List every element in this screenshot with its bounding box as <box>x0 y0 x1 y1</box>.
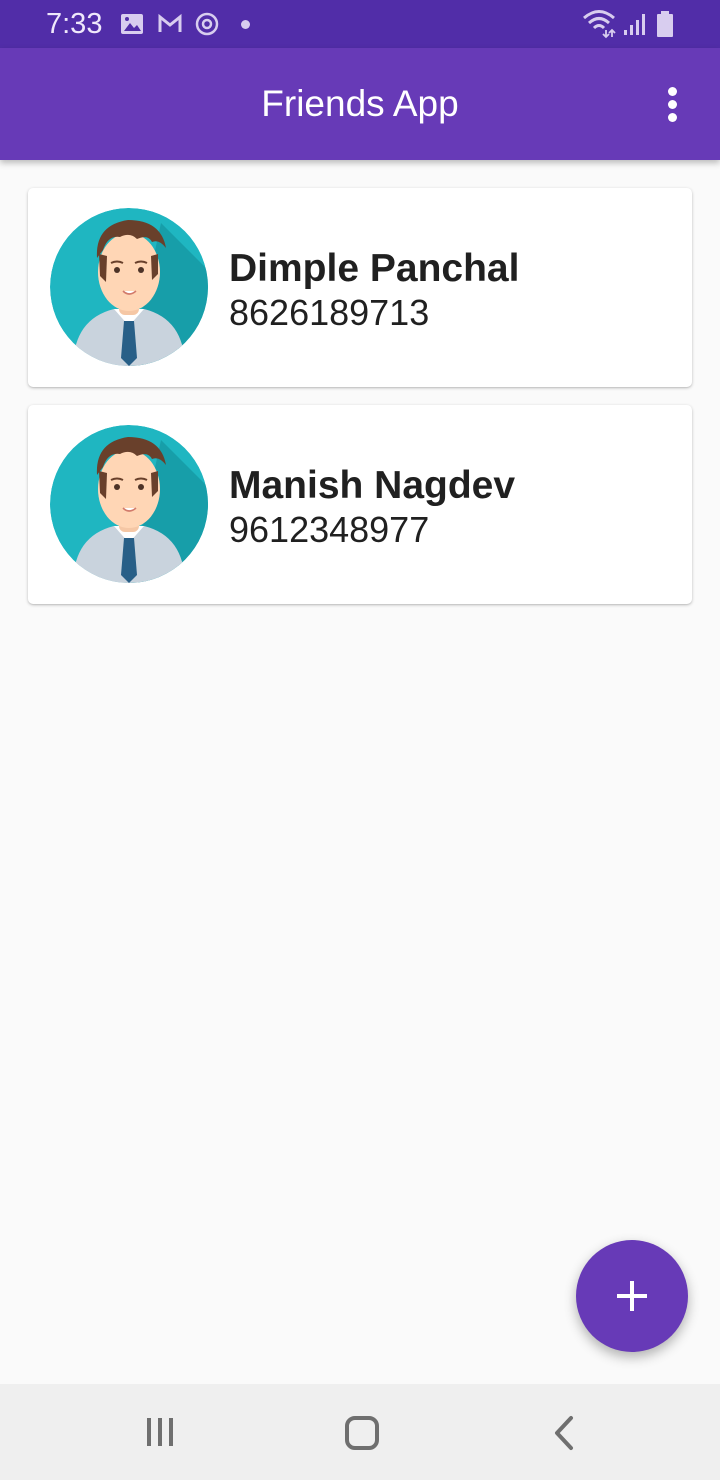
friend-phone: 8626189713 <box>229 292 430 333</box>
navigation-bar <box>0 1384 720 1480</box>
status-time: 7:33 <box>46 8 103 40</box>
status-bar: 7:33 <box>0 0 720 48</box>
phone-screen: 7:33 Friends App Dimple Panchal 86261897… <box>0 0 720 1480</box>
signal-icon <box>624 14 645 35</box>
add-friend-button[interactable] <box>576 1240 688 1352</box>
friend-phone: 9612348977 <box>229 509 430 550</box>
app-title: Friends App <box>261 83 459 124</box>
friend-card[interactable]: Manish Nagdev 9612348977 <box>28 405 692 604</box>
recent-apps-icon[interactable] <box>135 1408 185 1458</box>
man-avatar-icon <box>50 425 208 583</box>
image-notification-icon <box>121 14 143 34</box>
friend-name: Dimple Panchal <box>229 247 520 290</box>
battery-icon <box>657 11 673 37</box>
man-avatar-icon <box>50 208 208 366</box>
app-bar: Friends App <box>0 48 720 160</box>
friend-card[interactable]: Dimple Panchal 8626189713 <box>28 188 692 387</box>
home-icon[interactable] <box>337 1408 387 1458</box>
overflow-menu-icon[interactable] <box>652 84 692 124</box>
wifi-icon <box>583 10 616 39</box>
back-icon[interactable] <box>539 1408 589 1458</box>
notification-dot-icon <box>241 20 250 29</box>
friend-name: Manish Nagdev <box>229 464 516 507</box>
gmail-icon <box>158 13 182 32</box>
friend-list: Dimple Panchal 8626189713 Manish Nagdev … <box>28 188 692 622</box>
sync-circle-icon <box>195 12 219 36</box>
